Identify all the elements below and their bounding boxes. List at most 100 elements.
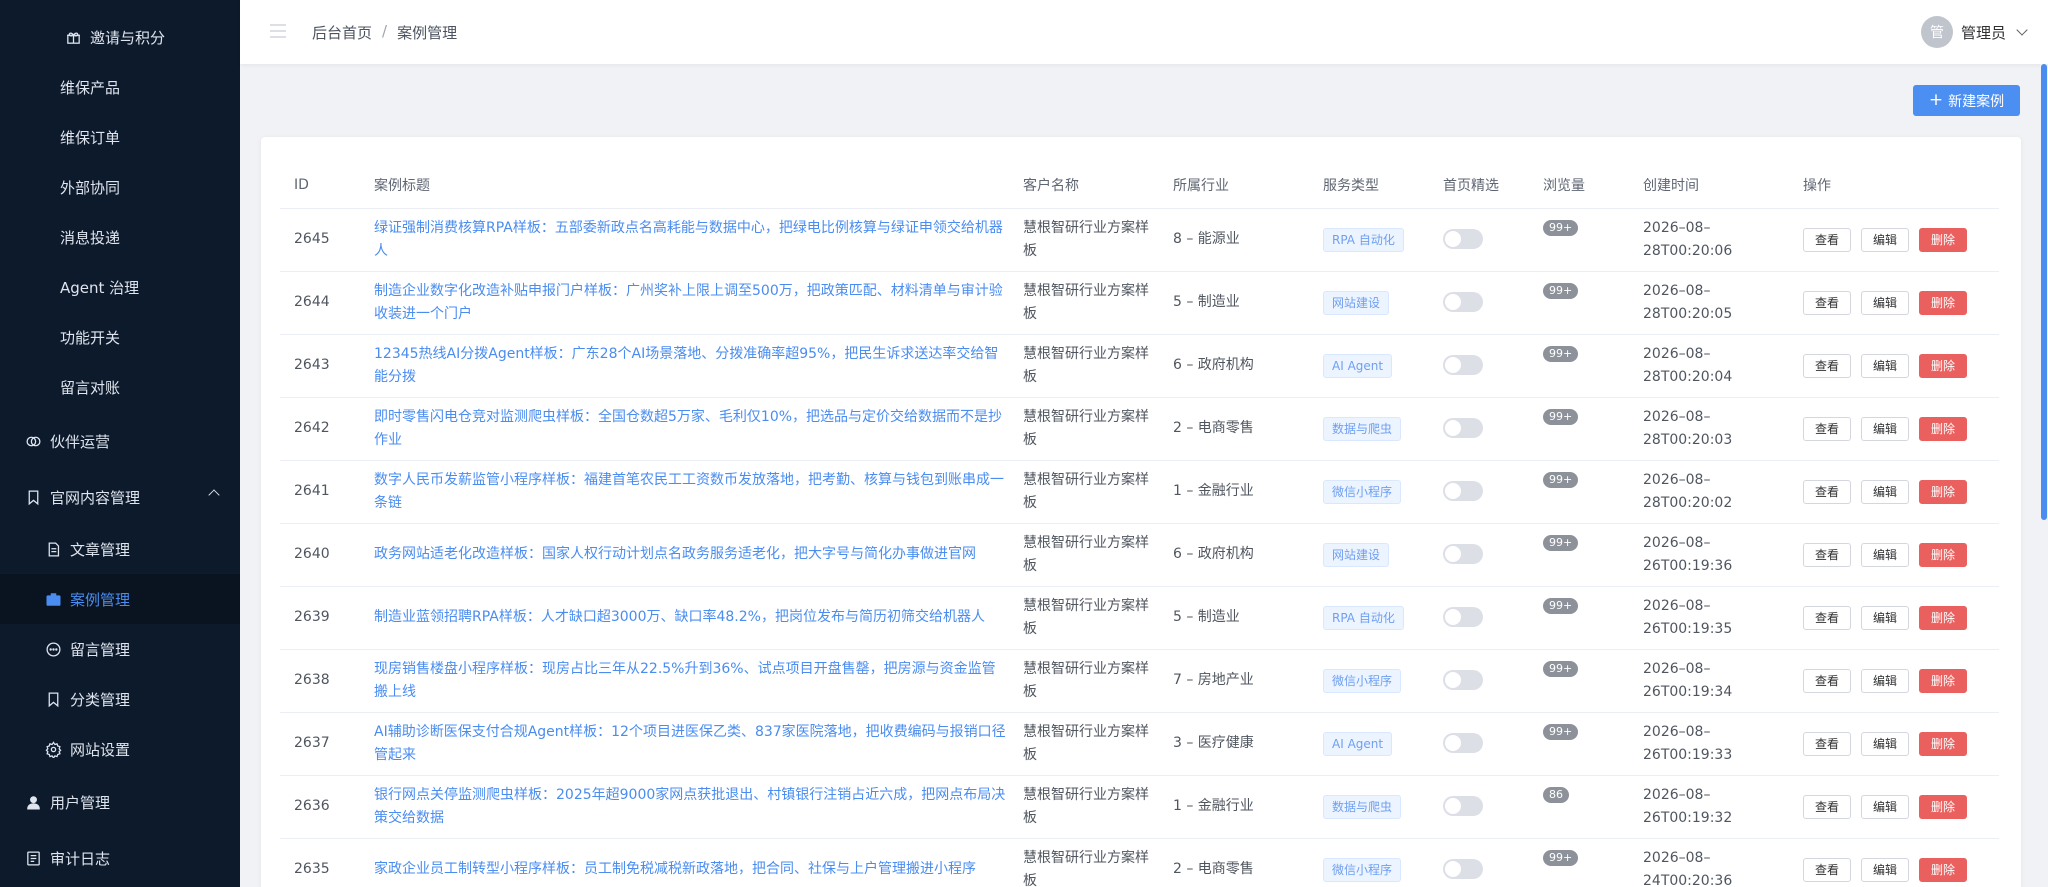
table-row: 2642 即时零售闪电仓竞对监测爬虫样板：全国仓数超5万家、毛利仅10%，把选品与… xyxy=(280,397,1999,461)
edit-button[interactable]: 编辑 xyxy=(1861,227,1910,252)
cell-views: 99+ xyxy=(1529,523,1629,587)
cell-industry: 2 – 电商零售 xyxy=(1159,838,1309,887)
sidebar-item-12[interactable]: 留言管理 xyxy=(0,624,240,674)
edit-button[interactable]: 编辑 xyxy=(1861,857,1910,882)
case-title-link[interactable]: 12345热线AI分拨Agent样板：广东28个AI场景落地、分拨准确率超95%… xyxy=(374,346,998,385)
delete-button[interactable]: 删除 xyxy=(1919,479,1968,504)
sidebar-item-15[interactable]: 用户管理 xyxy=(0,777,240,827)
delete-button[interactable]: 删除 xyxy=(1919,290,1968,315)
featured-toggle[interactable] xyxy=(1443,670,1483,690)
view-button[interactable]: 查看 xyxy=(1803,227,1852,252)
featured-toggle[interactable] xyxy=(1443,544,1483,564)
delete-button[interactable]: 删除 xyxy=(1919,605,1968,630)
featured-toggle[interactable] xyxy=(1443,481,1483,501)
featured-toggle[interactable] xyxy=(1443,418,1483,438)
sidebar-item-9[interactable]: 官网内容管理 xyxy=(0,472,240,522)
delete-button[interactable]: 删除 xyxy=(1919,794,1968,819)
sidebar-item-10[interactable]: 文章管理 xyxy=(0,524,240,574)
view-button[interactable]: 查看 xyxy=(1803,857,1852,882)
sidebar-item-13[interactable]: 分类管理 xyxy=(0,674,240,724)
featured-toggle[interactable] xyxy=(1443,229,1483,249)
cell-industry: 6 – 政府机构 xyxy=(1159,334,1309,398)
edit-button[interactable]: 编辑 xyxy=(1861,353,1910,378)
view-button[interactable]: 查看 xyxy=(1803,353,1852,378)
sidebar-item-0[interactable]: 邀请与积分 xyxy=(0,12,240,62)
delete-button[interactable]: 删除 xyxy=(1919,353,1968,378)
view-button[interactable]: 查看 xyxy=(1803,479,1852,504)
delete-button[interactable]: 删除 xyxy=(1919,668,1968,693)
cell-views: 99+ xyxy=(1529,397,1629,461)
case-title-link[interactable]: 银行网点关停监测爬虫样板：2025年超9000家网点获批退出、村镇银行注销占近六… xyxy=(374,787,1005,826)
new-case-label: 新建案例 xyxy=(1948,93,2005,110)
user-name: 管理员 xyxy=(1960,23,2006,42)
case-title-link[interactable]: 即时零售闪电仓竞对监测爬虫样板：全国仓数超5万家、毛利仅10%，把选品与定价交给… xyxy=(374,409,1002,448)
view-button[interactable]: 查看 xyxy=(1803,416,1852,441)
view-button[interactable]: 查看 xyxy=(1803,794,1852,819)
edit-button[interactable]: 编辑 xyxy=(1861,731,1910,756)
edit-button[interactable]: 编辑 xyxy=(1861,605,1910,630)
sidebar-item-2[interactable]: 维保订单 xyxy=(0,112,240,162)
cell-views: 99+ xyxy=(1529,586,1629,650)
case-title-link[interactable]: 制造业蓝领招聘RPA样板：人才缺口超3000万、缺口率48.2%，把岗位发布与简… xyxy=(374,609,985,625)
chevron-up-icon xyxy=(208,489,220,501)
case-title-link[interactable]: 家政企业员工制转型小程序样板：员工制免税减税新政落地，把合同、社保与上户管理搬进… xyxy=(374,861,976,877)
case-title-link[interactable]: 绿证强制消费核算RPA样板：五部委新政点名高耗能与数据中心，把绿电比例核算与绿证… xyxy=(374,220,1003,259)
page-scrollbar[interactable] xyxy=(2040,64,2048,887)
cell-service: 微信小程序 xyxy=(1309,838,1429,887)
cell-featured xyxy=(1429,712,1529,776)
edit-button[interactable]: 编辑 xyxy=(1861,479,1910,504)
delete-button[interactable]: 删除 xyxy=(1919,731,1968,756)
view-button[interactable]: 查看 xyxy=(1803,668,1852,693)
case-title-link[interactable]: 现房销售楼盘小程序样板：现房占比三年从22.5%升到36%、试点项目开盘售罄，把… xyxy=(374,661,996,700)
views-badge: 99+ xyxy=(1543,472,1579,488)
featured-toggle[interactable] xyxy=(1443,292,1483,312)
column-header: 案例标题 xyxy=(360,162,1009,209)
delete-button[interactable]: 删除 xyxy=(1919,416,1968,441)
sidebar-item-5[interactable]: Agent 治理 xyxy=(0,262,240,312)
cell-created: 2026–08–28T00:20:02 xyxy=(1629,460,1789,524)
new-case-button[interactable]: + 新建案例 xyxy=(1913,85,2020,116)
cell-featured xyxy=(1429,523,1529,587)
sidebar-item-16[interactable]: 审计日志 xyxy=(0,833,240,883)
view-button[interactable]: 查看 xyxy=(1803,731,1852,756)
sidebar-item-8[interactable]: 伙伴运营 xyxy=(0,416,240,466)
service-tag: RPA 自动化 xyxy=(1323,227,1404,252)
service-tag: AI Agent xyxy=(1323,353,1393,378)
edit-button[interactable]: 编辑 xyxy=(1861,290,1910,315)
sidebar-item-3[interactable]: 外部协同 xyxy=(0,162,240,212)
delete-button[interactable]: 删除 xyxy=(1919,857,1968,882)
sidebar-item-label: 案例管理 xyxy=(70,590,131,609)
delete-button[interactable]: 删除 xyxy=(1919,542,1968,567)
featured-toggle[interactable] xyxy=(1443,733,1483,753)
case-title-link[interactable]: 数字人民币发薪监管小程序样板：福建首笔农民工工资数币发放落地，把考勤、核算与钱包… xyxy=(374,472,1004,511)
sidebar-item-4[interactable]: 消息投递 xyxy=(0,212,240,262)
edit-button[interactable]: 编辑 xyxy=(1861,542,1910,567)
delete-button[interactable]: 删除 xyxy=(1919,227,1968,252)
column-header: 浏览量 xyxy=(1529,162,1629,209)
user-menu[interactable]: 管 管理员 xyxy=(1920,16,2028,48)
view-button[interactable]: 查看 xyxy=(1803,542,1852,567)
sidebar-item-7[interactable]: 留言对账 xyxy=(0,362,240,412)
featured-toggle[interactable] xyxy=(1443,607,1483,627)
view-button[interactable]: 查看 xyxy=(1803,605,1852,630)
edit-button[interactable]: 编辑 xyxy=(1861,668,1910,693)
case-title-link[interactable]: 制造企业数字化改造补贴申报门户样板：广州奖补上限上调至500万，把政策匹配、材料… xyxy=(374,283,1003,322)
cell-views: 99+ xyxy=(1529,838,1629,887)
sidebar-item-1[interactable]: 维保产品 xyxy=(0,62,240,112)
edit-button[interactable]: 编辑 xyxy=(1861,416,1910,441)
scrollbar-thumb[interactable] xyxy=(2041,64,2047,520)
sidebar-item-14[interactable]: 网站设置 xyxy=(0,724,240,774)
sidebar-item-11[interactable]: 案例管理 xyxy=(0,574,240,624)
featured-toggle[interactable] xyxy=(1443,796,1483,816)
view-button[interactable]: 查看 xyxy=(1803,290,1852,315)
featured-toggle[interactable] xyxy=(1443,355,1483,375)
sidebar-item-6[interactable]: 功能开关 xyxy=(0,312,240,362)
case-title-link[interactable]: 政务网站适老化改造样板：国家人权行动计划点名政务服务适老化，把大字号与简化办事做… xyxy=(374,546,976,562)
breadcrumb-home[interactable]: 后台首页 xyxy=(312,22,372,43)
edit-button[interactable]: 编辑 xyxy=(1861,794,1910,819)
case-title-link[interactable]: AI辅助诊断医保支付合规Agent样板：12个项目进医保乙类、837家医院落地，… xyxy=(374,724,1006,763)
menu-toggle-icon[interactable] xyxy=(270,24,286,38)
featured-toggle[interactable] xyxy=(1443,859,1483,879)
cell-actions: 查看 编辑 删除 xyxy=(1789,712,1999,776)
breadcrumb-current: 案例管理 xyxy=(397,24,458,42)
